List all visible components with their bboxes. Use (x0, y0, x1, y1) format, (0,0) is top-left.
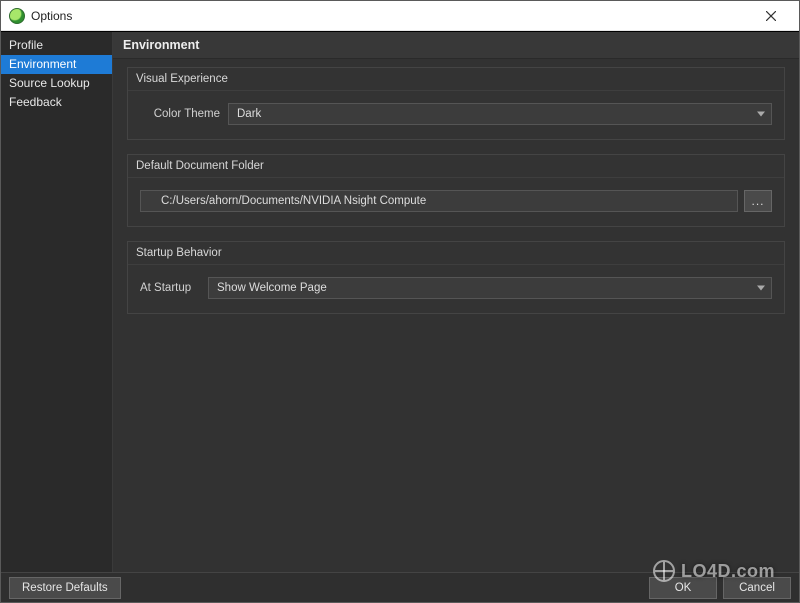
split-pane: Profile Environment Source Lookup Feedba… (1, 32, 799, 572)
color-theme-value: Dark (237, 108, 261, 120)
main-panel: Environment Visual Experience Color Them… (113, 32, 799, 572)
page-title: Environment (113, 32, 799, 59)
browse-label: ... (751, 194, 764, 208)
sidebar-item-feedback[interactable]: Feedback (1, 93, 112, 112)
document-folder-row: C:/Users/ahorn/Documents/NVIDIA Nsight C… (140, 190, 772, 212)
button-label: OK (675, 582, 692, 594)
sidebar-item-environment[interactable]: Environment (1, 55, 112, 74)
group-startup-behavior: Startup Behavior At Startup Show Welcome… (127, 241, 785, 314)
options-window: Options Profile Environment Source Looku… (0, 0, 800, 603)
chevron-down-icon (757, 286, 765, 291)
sidebar-item-label: Environment (9, 57, 76, 71)
group-title: Startup Behavior (128, 242, 784, 265)
sidebar-item-label: Profile (9, 38, 43, 52)
sidebar-item-profile[interactable]: Profile (1, 36, 112, 55)
document-folder-path: C:/Users/ahorn/Documents/NVIDIA Nsight C… (149, 195, 426, 207)
group-document-folder: Default Document Folder C:/Users/ahorn/D… (127, 154, 785, 227)
chevron-down-icon (757, 112, 765, 117)
group-title: Default Document Folder (128, 155, 784, 178)
sidebar-item-source-lookup[interactable]: Source Lookup (1, 74, 112, 93)
group-title: Visual Experience (128, 68, 784, 91)
group-body: C:/Users/ahorn/Documents/NVIDIA Nsight C… (128, 178, 784, 226)
app-icon (9, 8, 25, 24)
titlebar: Options (1, 1, 799, 31)
close-button[interactable] (751, 2, 791, 30)
color-theme-select[interactable]: Dark (228, 103, 772, 125)
color-theme-label: Color Theme (140, 108, 220, 120)
main-content: Visual Experience Color Theme Dark (113, 59, 799, 572)
footer: Restore Defaults OK Cancel (1, 572, 799, 602)
color-theme-row: Color Theme Dark (140, 103, 772, 125)
at-startup-label: At Startup (140, 282, 200, 294)
sidebar-item-label: Feedback (9, 95, 62, 109)
sidebar-item-label: Source Lookup (9, 76, 90, 90)
window-title: Options (31, 9, 751, 23)
browse-button[interactable]: ... (744, 190, 772, 212)
at-startup-value: Show Welcome Page (217, 282, 327, 294)
cancel-button[interactable]: Cancel (723, 577, 791, 599)
document-folder-input[interactable]: C:/Users/ahorn/Documents/NVIDIA Nsight C… (140, 190, 738, 212)
close-icon (766, 11, 776, 21)
restore-defaults-button[interactable]: Restore Defaults (9, 577, 121, 599)
group-visual-experience: Visual Experience Color Theme Dark (127, 67, 785, 140)
window-body: Profile Environment Source Lookup Feedba… (1, 31, 799, 602)
sidebar: Profile Environment Source Lookup Feedba… (1, 32, 113, 572)
startup-row: At Startup Show Welcome Page (140, 277, 772, 299)
at-startup-select[interactable]: Show Welcome Page (208, 277, 772, 299)
ok-button[interactable]: OK (649, 577, 717, 599)
button-label: Restore Defaults (22, 582, 108, 594)
group-body: At Startup Show Welcome Page (128, 265, 784, 313)
group-body: Color Theme Dark (128, 91, 784, 139)
button-label: Cancel (739, 582, 775, 594)
